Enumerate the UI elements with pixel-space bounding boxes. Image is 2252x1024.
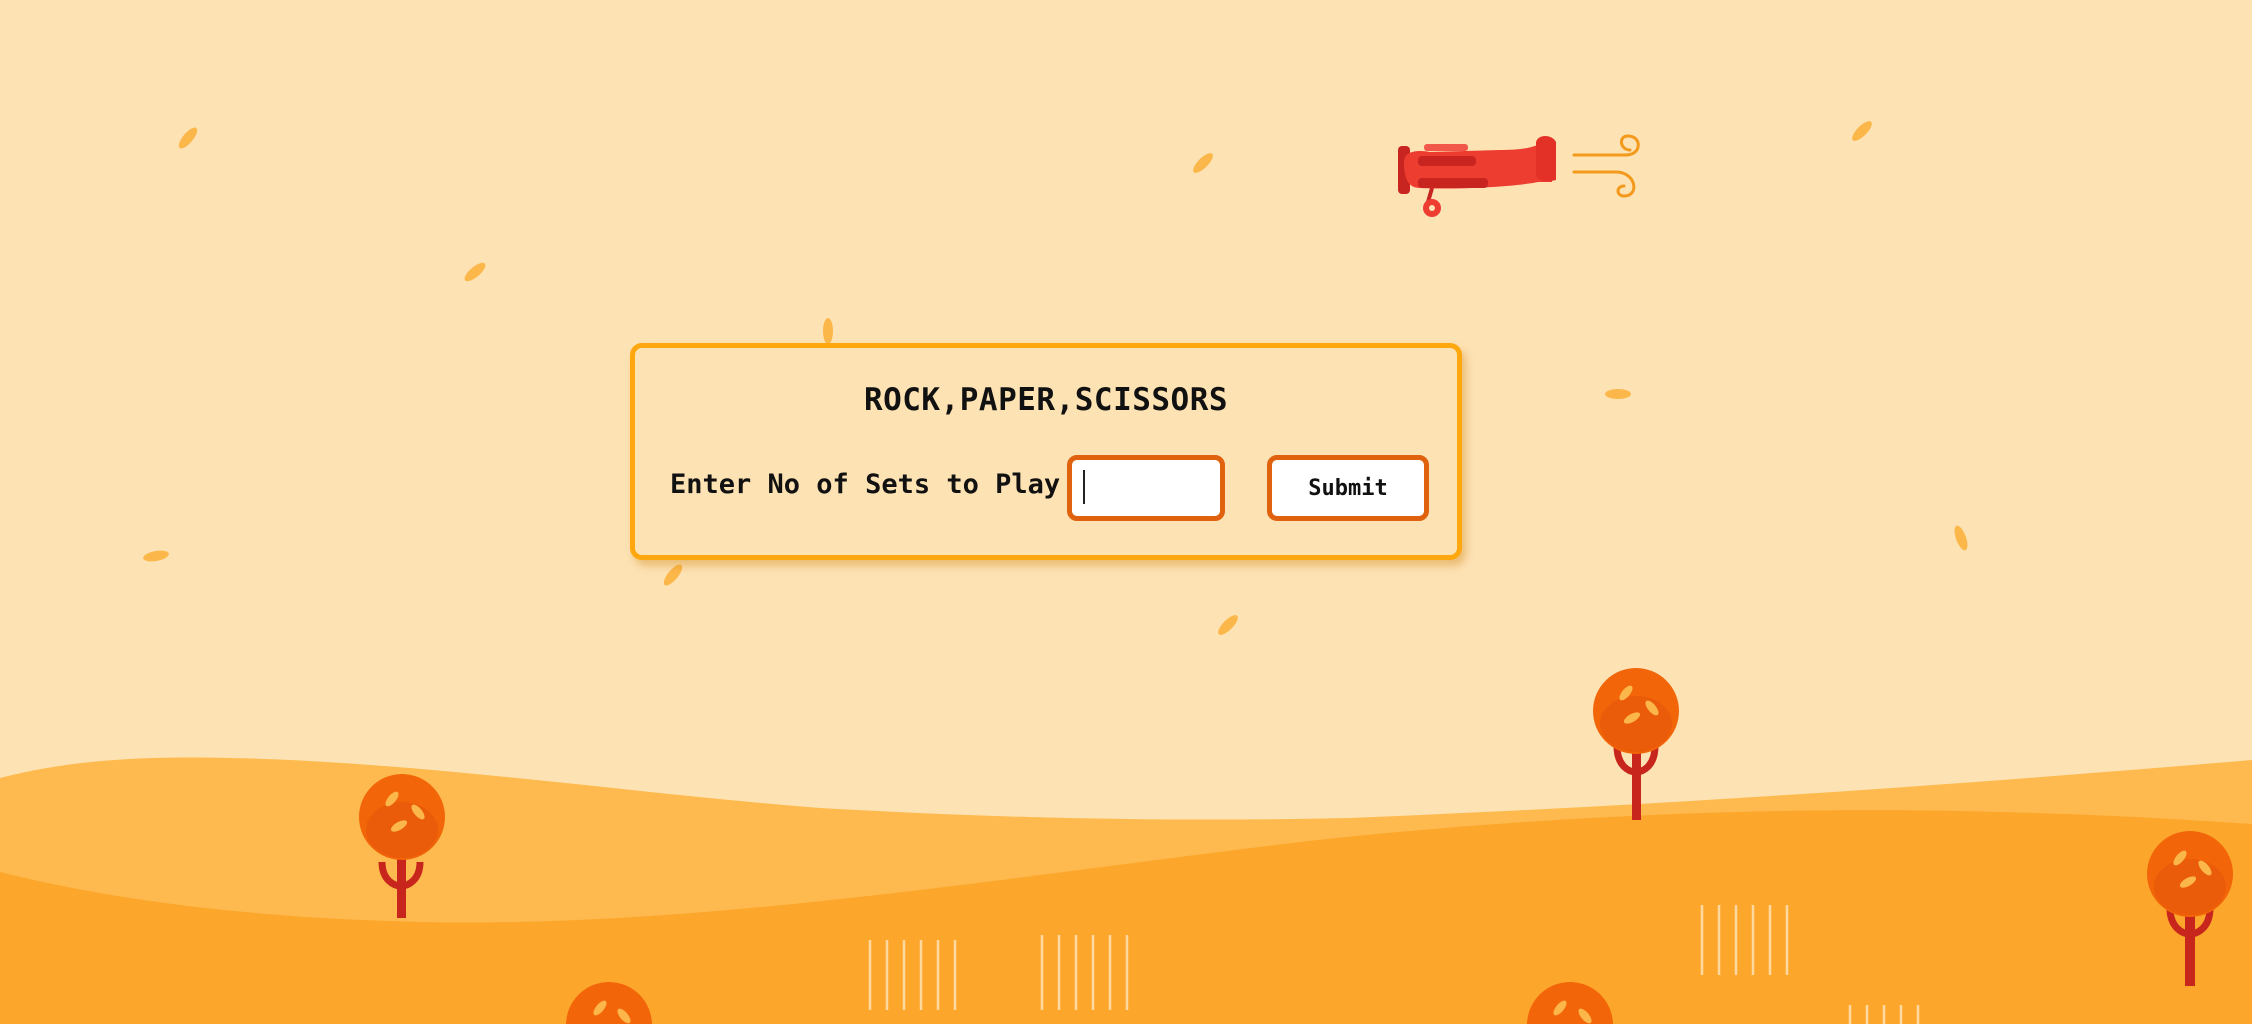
leaf-icon <box>823 318 833 344</box>
leaf-icon <box>663 564 683 586</box>
leaf-icon <box>178 127 198 149</box>
leaf-icon <box>1218 615 1238 635</box>
leaf-icon <box>1605 389 1631 399</box>
leaf-icon <box>1193 153 1213 173</box>
leaf-icon <box>1852 121 1872 141</box>
leaf-icon <box>143 550 169 562</box>
tree-icon <box>1593 668 1679 820</box>
biplane-icon <box>1398 136 1556 217</box>
sets-label: Enter No of Sets to Play <box>670 469 1061 500</box>
text-caret <box>1083 470 1085 504</box>
sets-input[interactable] <box>1067 455 1225 521</box>
page-title: ROCK,PAPER,SCISSORS <box>863 382 1229 418</box>
leaf-icon <box>1954 525 1968 551</box>
wind-lines-icon <box>1572 134 1640 198</box>
game-setup-card: ROCK,PAPER,SCISSORS Enter No of Sets to … <box>630 343 1462 560</box>
leaf-icon <box>464 262 486 282</box>
submit-button[interactable]: Submit <box>1267 455 1429 521</box>
